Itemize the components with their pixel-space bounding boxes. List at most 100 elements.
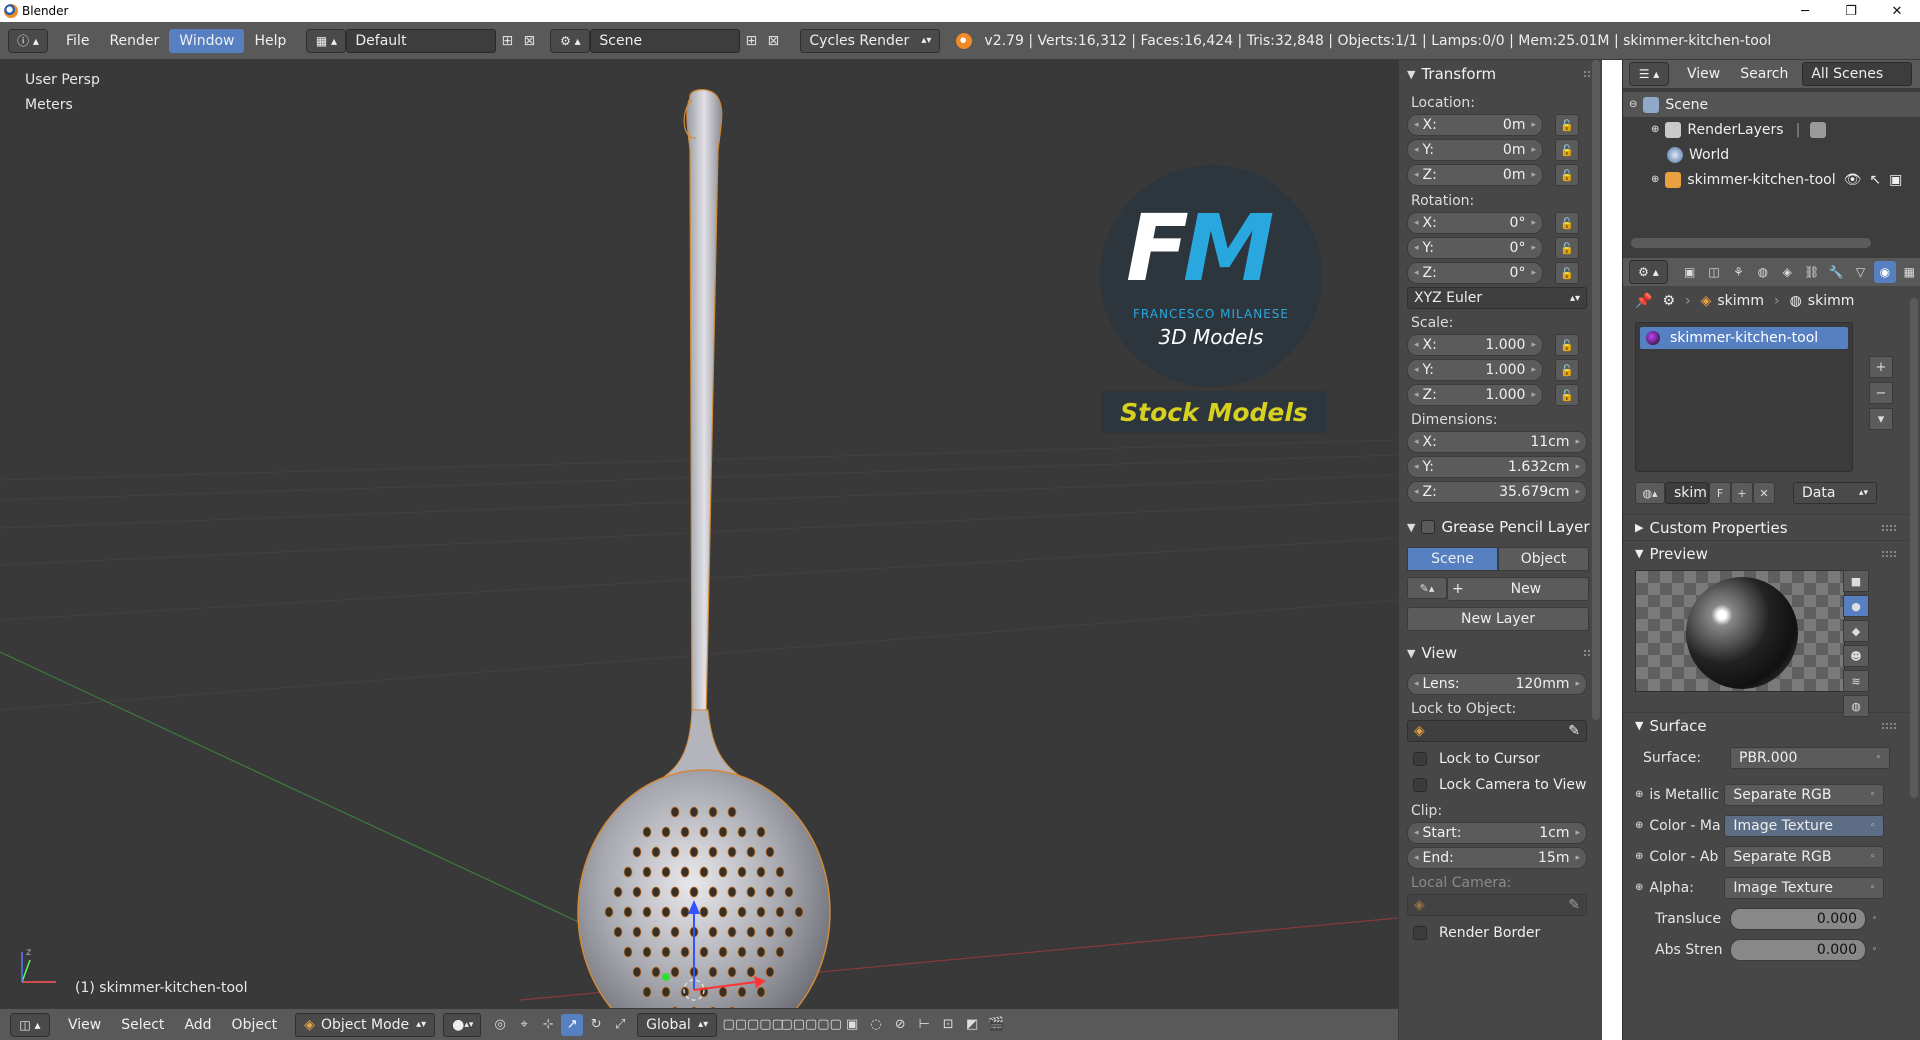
scene-tab-icon[interactable]: ⚘ [1728,261,1749,283]
panel-grip-icon[interactable] [1882,722,1896,729]
render-animation-icon[interactable]: 🎬 [985,1014,1007,1036]
cursor-select-icon[interactable]: ↖ [1869,172,1881,188]
screen-layout-field[interactable]: Default [346,28,497,53]
preview-flat-icon[interactable]: ■ [1843,570,1869,592]
outliner-item-world[interactable]: World [1623,142,1920,167]
lock-icon[interactable]: 🔓 [1555,359,1579,381]
rotation-mode-dropdown[interactable]: XYZ Euler ▴▾ [1407,287,1587,309]
view-panel-header[interactable]: ▼ View [1407,641,1598,665]
texture-tab-icon[interactable]: ▦ [1899,261,1920,283]
render-tab-icon[interactable]: ▣ [1679,261,1700,283]
remove-layout-icon[interactable]: ⊠ [518,30,540,52]
surface-header[interactable]: ▼ Surface [1623,712,1920,738]
object-tab-icon[interactable]: ◈ [1777,261,1798,283]
close-button[interactable]: ✕ [1874,0,1920,22]
outliner-item-renderlayers[interactable]: ⊕ RenderLayers | [1623,117,1920,142]
manipulator-toggle-icon[interactable]: ⌖ [513,1014,535,1036]
outliner-hscrollbar[interactable] [1631,238,1871,248]
expand-socket-icon[interactable]: ⊕ [1635,851,1643,862]
lock-object-field[interactable]: ◈ ✎ [1407,720,1587,742]
custom-properties-header[interactable]: ▶ Custom Properties [1623,514,1920,540]
pivot-point-icon[interactable]: ◎ [489,1014,511,1036]
outliner-item-scene[interactable]: ⊖ Scene [1623,92,1920,117]
expand-icon[interactable]: ⊕ [1651,124,1659,135]
viewport-menu-view[interactable]: View [58,1013,111,1037]
viewport-menu-select[interactable]: Select [111,1013,174,1037]
data-tab-icon[interactable]: ▽ [1850,261,1871,283]
dimensions-z-field[interactable]: ◂ Z: 35.679cm ▸ [1407,481,1587,503]
constraints-tab-icon[interactable]: ⛓ [1801,261,1822,283]
editor-type-3dview-icon[interactable]: ◫ ▴ [10,1012,50,1037]
clip-end-field[interactable]: ◂ End: 15m ▸ [1407,847,1587,869]
dimensions-y-field[interactable]: ◂ Y: 1.632cm ▸ [1407,456,1587,478]
scale-y-field[interactable]: ◂ Y: 1.000 ▸ [1407,359,1543,381]
3d-viewport[interactable]: z FM FRANCESCO MILANESE 3D Models Stock … [0,60,1398,1008]
fake-user-button[interactable]: F [1709,482,1731,504]
add-slot-icon[interactable]: + [1869,356,1893,378]
expand-socket-icon[interactable]: ⊕ [1635,789,1643,800]
viewport-menu-add[interactable]: Add [174,1013,221,1037]
menu-help[interactable]: Help [244,29,296,53]
lock-icon[interactable]: 🔓 [1555,262,1579,284]
rotation-y-field[interactable]: ◂ Y: 0° ▸ [1407,237,1543,259]
dimensions-x-field[interactable]: ◂ X: 11cm ▸ [1407,431,1587,453]
menu-render[interactable]: Render [99,29,169,53]
modifiers-tab-icon[interactable]: 🔧 [1825,261,1846,283]
grease-pencil-panel-header[interactable]: ▼ Grease Pencil Layer [1407,515,1598,539]
expand-icon[interactable]: ⊖ [1629,99,1637,110]
grease-pencil-checkbox[interactable] [1421,520,1436,534]
location-z-field[interactable]: ◂ Z: 0m ▸ [1407,164,1543,186]
n-panel-scrollbar[interactable] [1592,60,1600,720]
snap-toggle-icon[interactable]: ⊘ [889,1014,911,1036]
location-y-field[interactable]: ◂ Y: 0m ▸ [1407,139,1543,161]
lock-icon[interactable]: 🔓 [1555,384,1579,406]
preview-cube-icon[interactable]: ◆ [1843,620,1869,642]
local-camera-field[interactable]: ◈ ✎ [1407,894,1587,916]
scene-field[interactable]: Scene [590,28,741,53]
outliner-display-mode[interactable]: All Scenes [1802,62,1913,86]
preview-sphere-icon[interactable]: ● [1843,595,1869,617]
viewport-menu-object[interactable]: Object [222,1013,288,1037]
lens-field[interactable]: ◂ Lens: 120mm ▸ [1407,673,1587,695]
lock-camera-row[interactable]: Lock Camera to View [1407,772,1598,798]
tab-scene[interactable]: Scene [1407,547,1498,571]
translate-manipulator-icon[interactable]: ↗ [561,1013,584,1036]
abs-strength-slider[interactable]: 0.000 [1730,938,1866,961]
remove-slot-icon[interactable]: − [1869,382,1893,404]
location-x-field[interactable]: ◂ X: 0m ▸ [1407,114,1543,136]
node-link-icon[interactable]: ◦ [1872,945,1877,955]
node-link-icon[interactable]: ◦ [1872,914,1877,924]
tab-object[interactable]: Object [1498,547,1589,571]
slot-specials-icon[interactable]: ▾ [1869,408,1893,430]
lock-icon[interactable]: 🔓 [1555,212,1579,234]
render-engine-dropdown[interactable]: Cycles Render ▴▾ [800,28,941,53]
scale-z-field[interactable]: ◂ Z: 1.000 ▸ [1407,384,1543,406]
transform-orientation-dropdown[interactable]: Global ▴▾ [637,1012,718,1037]
material-slot-list[interactable]: skimmer-kitchen-tool [1635,322,1853,472]
properties-scrollbar[interactable] [1910,298,1918,798]
proportional-edit-icon[interactable]: ◌ [865,1014,887,1036]
material-slot-item[interactable]: skimmer-kitchen-tool [1640,327,1848,349]
interaction-mode-dropdown[interactable]: ◈ Object Mode ▴▾ [295,1012,436,1037]
new-grease-pencil-button[interactable]: + New [1447,577,1589,601]
material-tab-icon[interactable]: ◉ [1874,261,1896,283]
outliner-menu-view[interactable]: View [1677,62,1730,86]
pencil-icon[interactable]: ✎▴ [1407,577,1447,599]
menu-window[interactable]: Window [169,28,245,53]
color-ma-node-button[interactable]: Image Texture ◦ [1724,814,1885,837]
preview-world-sphere-icon[interactable]: ◍ [1843,695,1869,717]
color-ab-node-button[interactable]: Separate RGB ◦ [1724,845,1885,868]
rotate-manipulator-icon[interactable]: ↻ [585,1014,607,1036]
renderlayers-tab-icon[interactable]: ◫ [1703,261,1724,283]
lock-to-cursor-checkbox[interactable] [1413,752,1427,766]
lock-icon[interactable]: 🔓 [1555,139,1579,161]
transform-manipulator-icon[interactable]: ⊹ [537,1014,559,1036]
maximize-button[interactable]: ❐ [1828,0,1874,22]
editor-type-properties-icon[interactable]: ⚙ ▴ [1629,260,1668,284]
editor-type-outliner-icon[interactable]: ☰ ▴ [1629,62,1669,86]
surface-node-button[interactable]: PBR.000 ◦ [1730,746,1890,769]
panel-grip-icon[interactable] [1882,550,1896,557]
preview-header[interactable]: ▼ Preview [1623,540,1920,566]
expand-icon[interactable]: ⊕ [1651,174,1659,185]
render-icon[interactable]: ◩ [961,1014,983,1036]
